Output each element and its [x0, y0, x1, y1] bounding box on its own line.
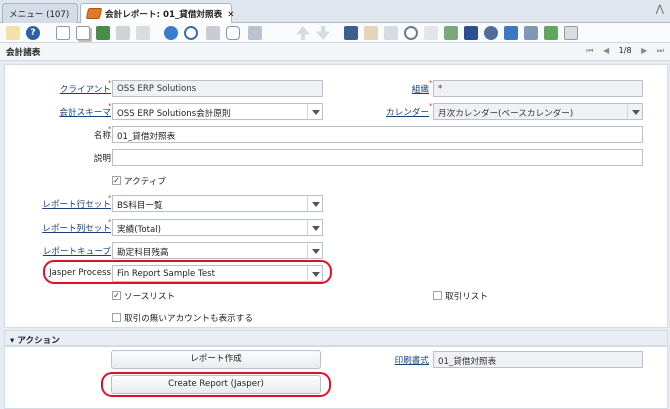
chevron-down-icon[interactable]: ▾: [10, 336, 14, 346]
required-mark: *: [108, 79, 112, 87]
report-icon[interactable]: [344, 26, 358, 40]
show-no-transaction-accounts-label: 取引の無いアカウントも表示する: [124, 314, 253, 324]
source-list-checkbox[interactable]: ✓: [112, 291, 121, 300]
page-title: 会計諸表: [6, 48, 41, 58]
previous-record-icon[interactable]: ◀: [603, 46, 609, 55]
save-new-icon[interactable]: [136, 26, 150, 40]
required-mark: *: [108, 125, 112, 133]
required-mark: *: [108, 218, 112, 226]
report-cube-label[interactable]: レポートキューブ: [43, 245, 111, 257]
export-icon[interactable]: [524, 26, 538, 40]
client-field[interactable]: OSS ERP Solutions: [112, 80, 323, 97]
chevron-down-icon[interactable]: [307, 195, 323, 212]
jasper-process-label: Jasper Process: [49, 268, 111, 278]
copy-icon[interactable]: [76, 26, 90, 40]
window-icon[interactable]: [564, 26, 578, 40]
delete-icon[interactable]: [96, 26, 110, 40]
print-format-label[interactable]: 印刷書式: [395, 354, 429, 366]
product-info-icon[interactable]: [484, 26, 498, 40]
action-section-header[interactable]: ▾ アクション: [4, 330, 668, 346]
print-format-field[interactable]: 01_貸借対照表: [433, 351, 643, 368]
record-counter: 1/8: [618, 46, 632, 55]
description-label: 説明: [93, 154, 111, 164]
next-record-icon[interactable]: ▶: [641, 46, 647, 55]
form-panel: クライアント * OSS ERP Solutions 組織 * * 会計スキーマ…: [4, 64, 668, 328]
zoom-icon[interactable]: [404, 26, 418, 40]
tab-menu-label: メニュー (107): [9, 10, 70, 20]
show-no-transaction-accounts-checkbox[interactable]: [112, 313, 121, 322]
chevron-down-icon[interactable]: [307, 219, 323, 236]
chat-icon[interactable]: [226, 26, 240, 40]
chevron-down-icon[interactable]: [627, 103, 643, 120]
first-record-icon[interactable]: ⏮: [586, 46, 593, 55]
jasper-process-select[interactable]: Fin Report Sample Test: [112, 265, 308, 282]
action-section-title: アクション: [17, 336, 60, 346]
transaction-list-checkbox[interactable]: [433, 291, 442, 300]
up-icon[interactable]: [296, 26, 310, 40]
settings-icon[interactable]: [504, 26, 518, 40]
refresh-icon[interactable]: [164, 26, 178, 40]
active-label: アクティブ: [124, 177, 167, 187]
calendar-select[interactable]: 月次カレンダー(ベースカレンダー): [433, 103, 628, 120]
source-list-label: ソースリスト: [124, 292, 176, 302]
collapse-icon[interactable]: ⋀: [656, 4, 664, 15]
chevron-down-icon[interactable]: [307, 242, 323, 259]
undo-icon[interactable]: [6, 26, 20, 40]
accounting-schema-select[interactable]: OSS ERP Solutions会計原則: [112, 103, 308, 120]
print-icon[interactable]: [424, 26, 438, 40]
window-header: 会計諸表 ⏮ ◀ 1/8 ▶ ⏭: [0, 43, 670, 61]
report-line-set-label[interactable]: レポート行セット: [42, 198, 111, 210]
toolbar: ?: [0, 23, 670, 43]
close-icon[interactable]: ✕: [227, 10, 234, 20]
chevron-down-icon[interactable]: [307, 103, 323, 120]
create-report-button[interactable]: レポート作成: [111, 350, 321, 369]
accounting-schema-label[interactable]: 会計スキーマ: [59, 106, 111, 118]
action-panel: レポート作成 印刷書式 01_貸借対照表 Create Report (Jasp…: [4, 346, 668, 409]
tab-financial-report[interactable]: 会計レポート: 01_貸借対照表 ✕: [80, 3, 234, 24]
transaction-list-label: 取引リスト: [445, 292, 488, 302]
save-icon[interactable]: [116, 26, 130, 40]
record-navigator: ⏮ ◀ 1/8 ▶ ⏭: [579, 46, 664, 56]
find-icon[interactable]: [184, 26, 198, 40]
workflow-icon[interactable]: [444, 26, 458, 40]
tab-financial-report-label: 会計レポート: 01_貸借対照表: [105, 10, 223, 20]
description-field[interactable]: [112, 149, 643, 166]
down-icon[interactable]: [316, 26, 330, 40]
print-preview-icon[interactable]: [384, 26, 398, 40]
last-record-icon[interactable]: ⏭: [657, 46, 664, 55]
org-field[interactable]: *: [433, 80, 643, 97]
calendar-label[interactable]: カレンダー: [386, 106, 429, 118]
archive-icon[interactable]: [364, 26, 378, 40]
report-doc-icon: [85, 8, 103, 19]
chevron-down-icon[interactable]: [307, 265, 323, 282]
create-report-jasper-button[interactable]: Create Report (Jasper): [111, 375, 321, 394]
attachment-icon[interactable]: [206, 26, 220, 40]
request-icon[interactable]: [464, 26, 478, 40]
required-mark: *: [108, 194, 112, 202]
tab-menu[interactable]: メニュー (107): [2, 3, 78, 23]
tab-bar: メニュー (107) 会計レポート: 01_貸借対照表 ✕ ⋀: [0, 0, 670, 24]
active-checkbox[interactable]: ✓: [112, 176, 121, 185]
report-line-set-select[interactable]: BS科目一覧: [112, 195, 308, 212]
required-mark: *: [429, 102, 433, 110]
import-icon[interactable]: [544, 26, 558, 40]
required-mark: *: [108, 102, 112, 110]
report-cube-select[interactable]: 勘定科目残高: [112, 242, 308, 259]
help-icon[interactable]: ?: [26, 26, 40, 40]
client-label[interactable]: クライアント: [60, 83, 111, 95]
report-column-set-label[interactable]: レポート列セット: [42, 222, 111, 234]
required-mark: *: [429, 79, 433, 87]
name-field[interactable]: 01_貸借対照表: [112, 126, 643, 143]
org-label[interactable]: 組織: [412, 83, 429, 95]
history-icon[interactable]: [248, 26, 262, 40]
report-column-set-select[interactable]: 実績(Total): [112, 219, 308, 236]
new-icon[interactable]: [56, 26, 70, 40]
